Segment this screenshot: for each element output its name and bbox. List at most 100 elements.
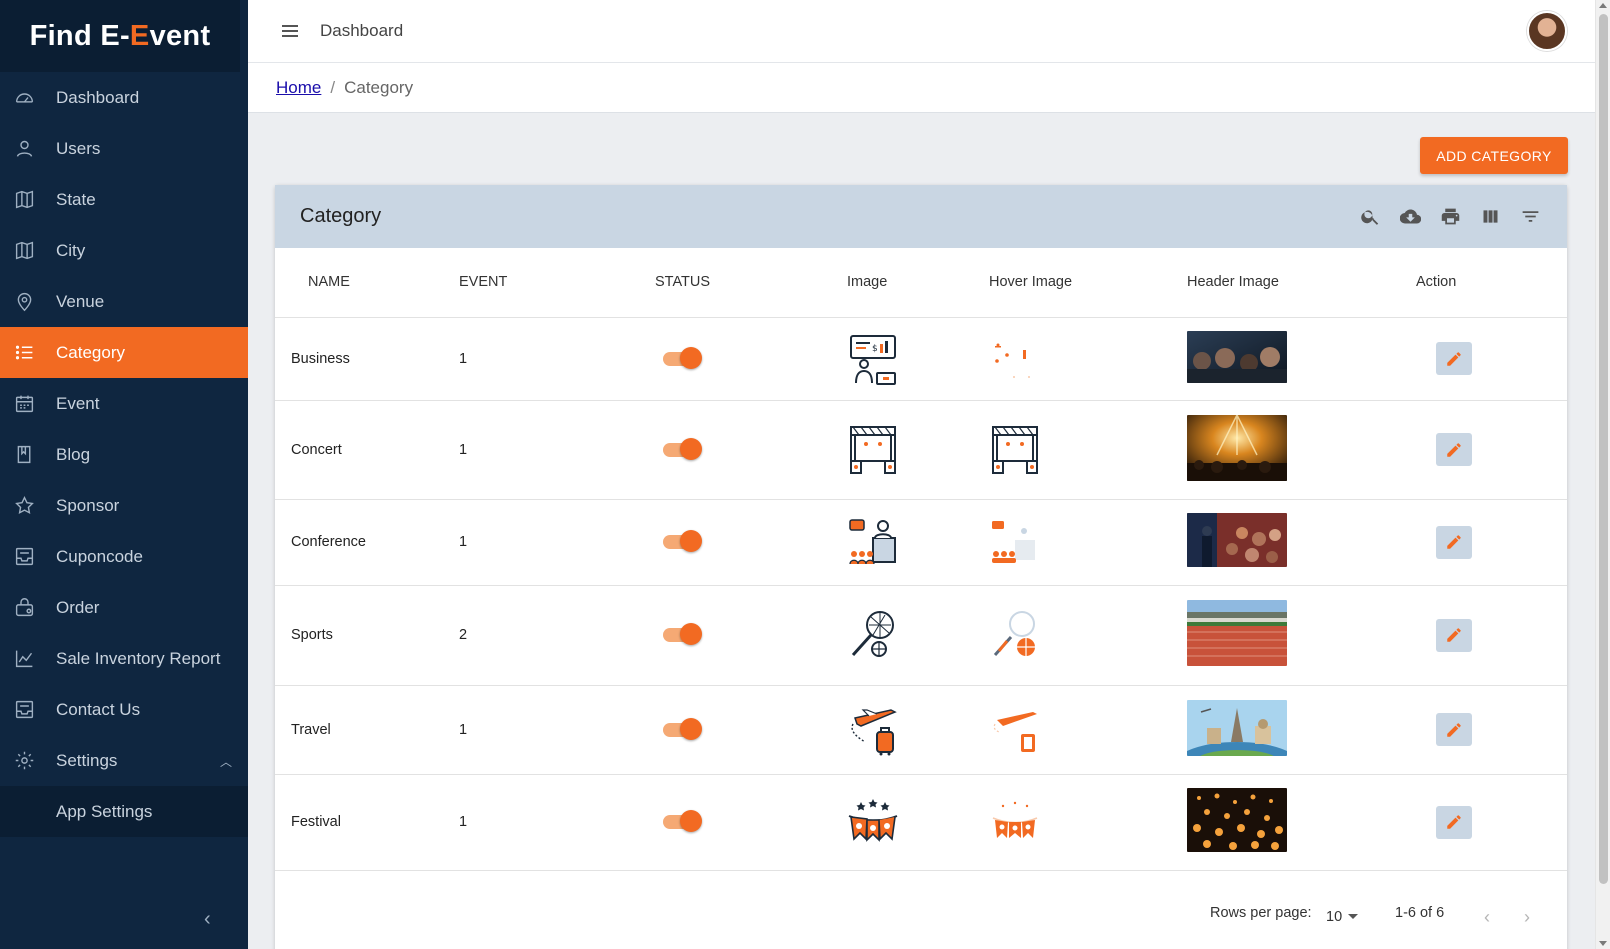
- filter-icon[interactable]: [1519, 205, 1541, 227]
- cell-event: 1: [459, 685, 655, 775]
- star-icon: [13, 495, 35, 517]
- chart-line-icon: [13, 648, 35, 670]
- cell-event: 1: [459, 774, 655, 871]
- sidebar-item-label: Dashboard: [56, 87, 140, 107]
- sidebar-item-event[interactable]: Event: [0, 378, 248, 429]
- sports-racket-icon: [851, 611, 894, 657]
- next-page-icon[interactable]: ›: [1524, 907, 1530, 928]
- sidebar-item-label: State: [56, 189, 96, 209]
- table-pagination: Rows per page: 10 1-6 of 6 ‹ ›: [275, 871, 1567, 941]
- sidebar-subitem-app-settings[interactable]: App Settings: [0, 786, 248, 837]
- concert-stage-icon: [850, 425, 896, 474]
- collapse-sidebar-chevron-icon[interactable]: ‹: [204, 908, 211, 931]
- scrollbar-thumb[interactable]: [1599, 14, 1608, 884]
- breadcrumb-home-link[interactable]: Home: [276, 78, 321, 98]
- sidebar-item-dashboard[interactable]: Dashboard: [0, 72, 248, 123]
- edit-button[interactable]: [1436, 525, 1472, 559]
- add-category-button[interactable]: ADD CATEGORY: [1420, 137, 1568, 174]
- column-header-status[interactable]: STATUS: [655, 248, 847, 318]
- cell-event: 1: [459, 400, 655, 500]
- scroll-down-arrow-icon[interactable]: [1599, 941, 1607, 946]
- sidebar-item-blog[interactable]: Blog: [0, 429, 248, 480]
- rows-per-page-select[interactable]: 10: [1326, 908, 1359, 925]
- sidebar-item-category[interactable]: Category: [0, 327, 248, 378]
- conference-hover-icon: [992, 521, 1035, 563]
- sidebar: Find E- Event Dashboard Users State City …: [0, 0, 248, 949]
- concert-hover-icon: [992, 425, 1038, 474]
- previous-page-icon[interactable]: ‹: [1484, 907, 1490, 928]
- status-toggle[interactable]: [663, 437, 702, 460]
- page-scrollbar[interactable]: [1595, 0, 1610, 949]
- table-toolbar: [1359, 205, 1541, 227]
- travel-plane-icon: [851, 708, 897, 755]
- column-header-action: Action: [1416, 248, 1567, 318]
- sports-header-image: [1187, 600, 1287, 666]
- column-header-name[interactable]: NAME: [275, 248, 459, 318]
- column-header-hover-image: Hover Image: [989, 248, 1187, 318]
- gear-icon: [13, 750, 35, 772]
- list-icon: [13, 342, 35, 364]
- sidebar-subitem-label: App Settings: [56, 801, 153, 821]
- pencil-icon: [1447, 535, 1461, 549]
- sidebar-item-venue[interactable]: Venue: [0, 276, 248, 327]
- edit-button[interactable]: [1436, 342, 1472, 375]
- cell-name: Travel: [275, 685, 459, 775]
- edit-button[interactable]: [1436, 713, 1472, 746]
- sidebar-item-sponsor[interactable]: Sponsor: [0, 480, 248, 531]
- user-icon: [13, 138, 35, 160]
- download-icon[interactable]: [1399, 205, 1421, 227]
- table-row: Business 1 $: [275, 317, 1567, 401]
- caret-down-icon: [1348, 914, 1359, 919]
- festival-header-image: [1187, 788, 1287, 852]
- menu-icon[interactable]: [282, 22, 298, 40]
- festival-hover-icon: [992, 801, 1038, 838]
- sidebar-item-label: Order: [56, 597, 100, 617]
- top-bar: Dashboard: [248, 0, 1595, 63]
- print-icon[interactable]: [1439, 205, 1461, 227]
- sports-hover-icon: [993, 611, 1035, 656]
- brand-accent: E: [129, 19, 150, 52]
- table-row: Sports 2: [275, 585, 1567, 686]
- status-toggle[interactable]: [663, 717, 702, 740]
- column-header-event[interactable]: EVENT: [459, 248, 655, 318]
- sidebar-item-label: Sale Inventory Report: [56, 648, 221, 668]
- edit-button[interactable]: [1436, 433, 1472, 466]
- svg-text:$: $: [872, 344, 878, 354]
- sidebar-item-label: Settings: [56, 750, 118, 770]
- columns-icon[interactable]: [1479, 205, 1501, 227]
- pagination-range: 1-6 of 6: [1395, 904, 1445, 921]
- status-toggle[interactable]: [663, 810, 702, 832]
- avatar[interactable]: [1527, 11, 1567, 51]
- sidebar-item-contact-us[interactable]: Contact Us: [0, 684, 248, 735]
- cell-name: Conference: [275, 499, 459, 586]
- edit-button[interactable]: [1436, 618, 1472, 652]
- location-pin-icon: [13, 291, 35, 313]
- breadcrumb-separator: /: [330, 77, 336, 97]
- status-toggle[interactable]: [663, 346, 702, 369]
- pencil-icon: [1447, 815, 1461, 829]
- brand-logo[interactable]: Find E- Event: [0, 0, 240, 72]
- edit-button[interactable]: [1436, 805, 1472, 839]
- sidebar-nav: Dashboard Users State City Venue Categor…: [0, 72, 248, 786]
- conference-header-image: [1187, 513, 1287, 567]
- sidebar-item-city[interactable]: City: [0, 225, 248, 276]
- sidebar-item-settings[interactable]: Settings ︿: [0, 735, 248, 786]
- status-toggle[interactable]: [663, 530, 702, 552]
- sidebar-item-order[interactable]: Order: [0, 582, 248, 633]
- map-icon: [13, 240, 35, 262]
- cell-name: Sports: [275, 585, 459, 686]
- sidebar-item-sale-inventory-report[interactable]: Sale Inventory Report: [0, 633, 248, 684]
- business-presentation-icon: $: [850, 334, 896, 385]
- sidebar-item-users[interactable]: Users: [0, 123, 248, 174]
- cell-name: Concert: [275, 400, 459, 500]
- column-header-image: Image: [847, 248, 989, 318]
- inbox-icon: [13, 546, 35, 568]
- scroll-up-arrow-icon[interactable]: [1599, 3, 1607, 8]
- table-row: Festival 1: [275, 774, 1567, 871]
- sidebar-item-state[interactable]: State: [0, 174, 248, 225]
- sidebar-item-cuponcode[interactable]: Cuponcode: [0, 531, 248, 582]
- status-toggle[interactable]: [663, 623, 702, 645]
- rows-per-page-value: 10: [1326, 908, 1343, 925]
- search-icon[interactable]: [1359, 205, 1381, 227]
- business-header-image: [1187, 330, 1287, 383]
